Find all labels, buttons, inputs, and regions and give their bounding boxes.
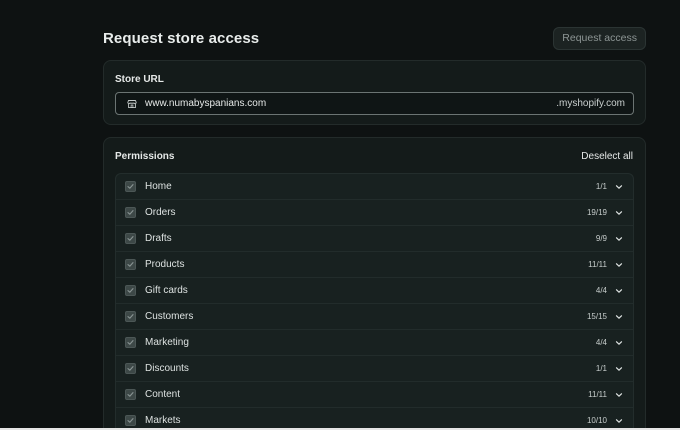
store-icon	[126, 98, 137, 109]
permission-label: Customers	[145, 311, 194, 322]
deselect-all-button[interactable]: Deselect all	[581, 151, 633, 162]
page-title: Request store access	[103, 29, 260, 47]
permission-row-products[interactable]: Products 11/11	[116, 252, 633, 278]
permission-row-marketing[interactable]: Marketing 4/4	[116, 330, 633, 356]
permission-label: Markets	[145, 415, 181, 426]
permission-label: Discounts	[145, 363, 189, 374]
permission-checkbox[interactable]	[125, 389, 136, 400]
permission-label: Marketing	[145, 337, 189, 348]
permission-label: Orders	[145, 207, 176, 218]
chevron-down-icon[interactable]	[615, 417, 623, 425]
permission-label: Gift cards	[145, 285, 188, 296]
permissions-header: Permissions Deselect all	[115, 151, 633, 162]
permission-count: 11/11	[588, 390, 607, 399]
permission-checkbox[interactable]	[125, 337, 136, 348]
chevron-down-icon[interactable]	[615, 313, 623, 321]
page-header: Request store access Request access	[103, 26, 646, 50]
store-url-label: Store URL	[115, 74, 164, 85]
permission-count: 9/9	[595, 234, 607, 243]
permission-row-orders[interactable]: Orders 19/19	[116, 200, 633, 226]
permission-count: 1/1	[595, 182, 607, 191]
permission-checkbox[interactable]	[125, 259, 136, 270]
permission-checkbox[interactable]	[125, 181, 136, 192]
permissions-list: Home 1/1 Orders 19/19 Drafts 9/9 Products 11/11…	[115, 173, 634, 430]
permission-checkbox[interactable]	[125, 285, 136, 296]
chevron-down-icon[interactable]	[615, 391, 623, 399]
permission-label: Drafts	[145, 233, 172, 244]
permissions-title: Permissions	[115, 151, 175, 162]
permission-count: 4/4	[595, 338, 607, 347]
store-url-card: Store URL www.numabyspanians.com .myshop…	[103, 60, 646, 125]
permission-row-discounts[interactable]: Discounts 1/1	[116, 356, 633, 382]
chevron-down-icon[interactable]	[615, 183, 623, 191]
store-url-input[interactable]: www.numabyspanians.com .myshopify.com	[115, 92, 634, 115]
permission-count: 10/10	[586, 416, 607, 425]
chevron-down-icon[interactable]	[615, 339, 623, 347]
permission-row-gift-cards[interactable]: Gift cards 4/4	[116, 278, 633, 304]
permission-label: Products	[145, 259, 185, 270]
chevron-down-icon[interactable]	[615, 261, 623, 269]
permission-row-customers[interactable]: Customers 15/15	[116, 304, 633, 330]
permission-checkbox[interactable]	[125, 311, 136, 322]
permission-count: 1/1	[595, 364, 607, 373]
permission-checkbox[interactable]	[125, 233, 136, 244]
permission-checkbox[interactable]	[125, 415, 136, 426]
permission-row-drafts[interactable]: Drafts 9/9	[116, 226, 633, 252]
permission-label: Home	[145, 181, 172, 192]
request-store-access-page: Request store access Request access Stor…	[0, 0, 680, 430]
permission-count: 4/4	[595, 286, 607, 295]
permission-row-content[interactable]: Content 11/11	[116, 382, 633, 408]
request-access-button[interactable]: Request access	[553, 26, 646, 50]
chevron-down-icon[interactable]	[615, 365, 623, 373]
store-url-suffix: .myshopify.com	[556, 98, 625, 109]
permission-count: 19/19	[586, 208, 607, 217]
permission-count: 11/11	[588, 260, 607, 269]
permission-checkbox[interactable]	[125, 363, 136, 374]
permission-row-markets[interactable]: Markets 10/10	[116, 408, 633, 430]
chevron-down-icon[interactable]	[615, 235, 623, 243]
permission-row-home[interactable]: Home 1/1	[116, 174, 633, 200]
permission-label: Content	[145, 389, 181, 400]
permissions-card: Permissions Deselect all Home 1/1 Orders 19…	[103, 137, 646, 430]
chevron-down-icon[interactable]	[615, 287, 623, 295]
permission-checkbox[interactable]	[125, 207, 136, 218]
chevron-down-icon[interactable]	[615, 209, 623, 217]
store-url-value: www.numabyspanians.com	[145, 98, 267, 109]
permission-count: 15/15	[586, 312, 607, 321]
